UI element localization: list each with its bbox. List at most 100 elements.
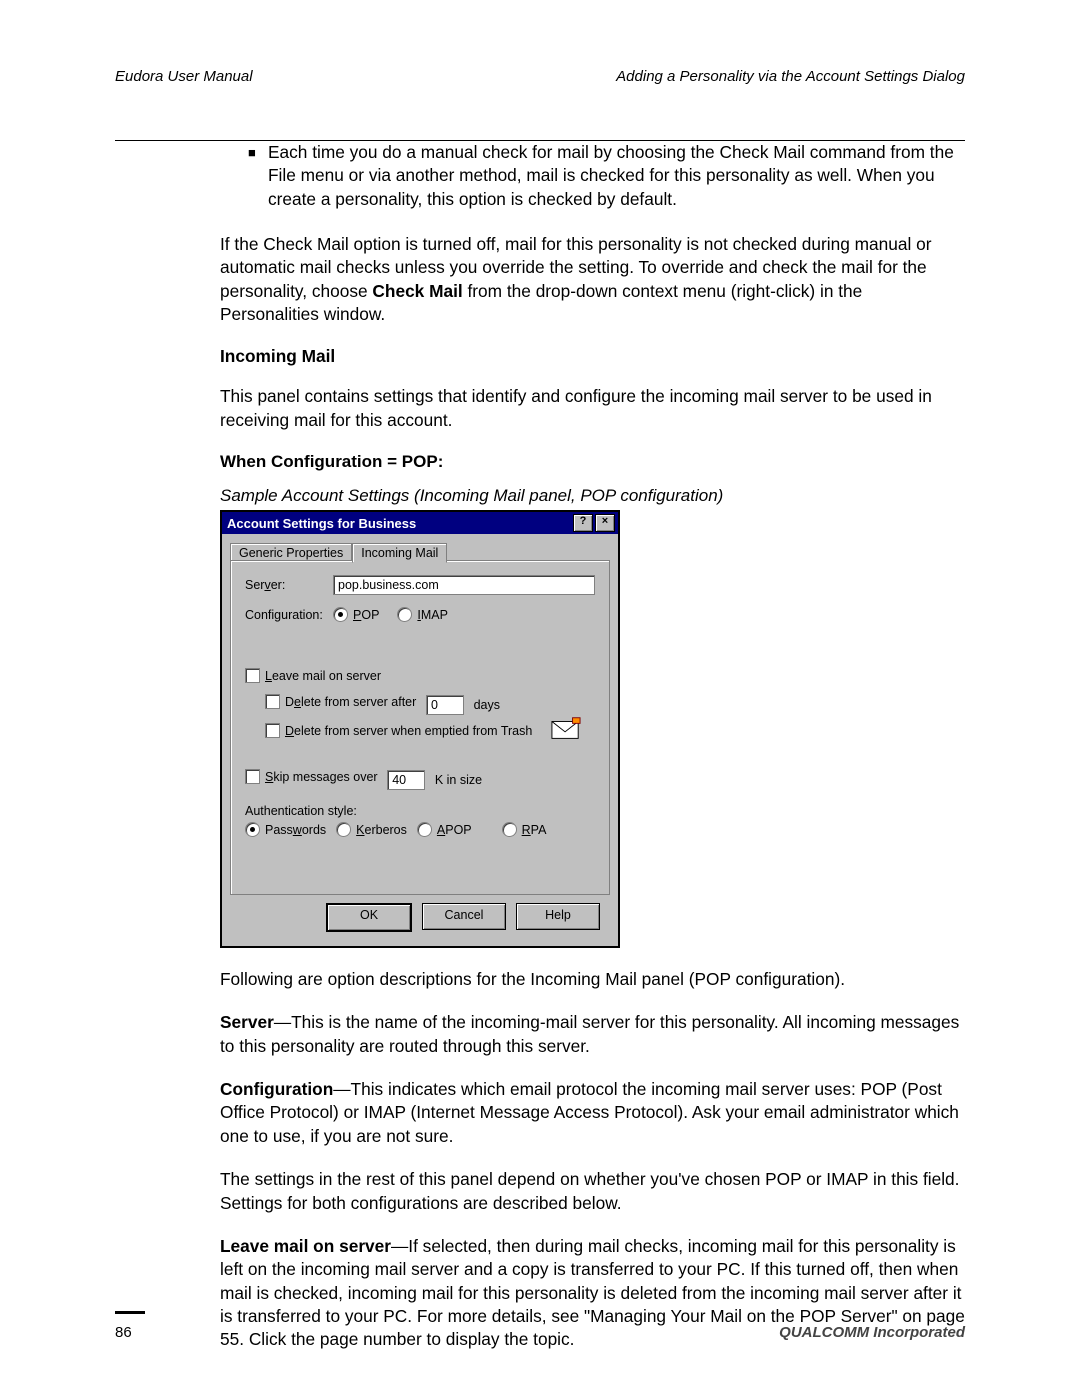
accel: v: [264, 578, 270, 592]
checkbox-skip-messages[interactable]: Skip messages over: [245, 769, 378, 784]
tab-panel-incoming: Server: Configuration: POP: [230, 560, 610, 895]
page-header: Eudora User Manual Adding a Personality …: [115, 68, 965, 85]
radio-pop[interactable]: POP: [333, 607, 379, 622]
figure-caption: Sample Account Settings (Incoming Mail p…: [220, 486, 965, 506]
accel: I: [417, 608, 420, 622]
accel: A: [437, 823, 445, 837]
delete-trash-label: Delete from server when emptied from Tra…: [285, 724, 532, 738]
skip-label: Skip messages over: [265, 770, 378, 784]
row-delete-after: Delete from server after days: [265, 694, 595, 715]
text: —This is the name of the incoming-mail s…: [220, 1012, 959, 1055]
checkbox-icon: [245, 769, 260, 784]
paragraph-checkmail: If the Check Mail option is turned off, …: [220, 233, 965, 326]
ok-button[interactable]: OK: [326, 903, 412, 932]
heading-incoming-mail: Incoming Mail: [220, 346, 965, 367]
checkbox-icon: [265, 723, 280, 738]
server-input[interactable]: [333, 575, 595, 595]
heading-when-pop: When Configuration = POP:: [220, 452, 965, 472]
manual-page: Eudora User Manual Adding a Personality …: [0, 0, 1080, 1397]
passwords-label: Passwords: [265, 823, 326, 837]
radio-dot-icon: [336, 822, 351, 837]
accel: P: [353, 608, 361, 622]
accel: e: [294, 695, 301, 709]
footer-row: 86 QUALCOMM Incorporated: [115, 1324, 965, 1341]
header-left: Eudora User Manual: [115, 68, 253, 85]
cancel-button[interactable]: Cancel: [422, 903, 506, 930]
close-button[interactable]: ×: [595, 514, 615, 532]
radio-dot-icon: [245, 822, 260, 837]
rpa-label: RPA: [522, 823, 547, 837]
days-label: days: [474, 698, 500, 712]
auth-style-label: Authentication style:: [245, 804, 595, 818]
radio-imap-label: IMAP: [417, 608, 448, 622]
bullet-marker-icon: ■: [248, 141, 268, 211]
page-footer: 86 QUALCOMM Incorporated: [115, 1311, 965, 1341]
paragraph-incoming-desc: This panel contains settings that identi…: [220, 385, 965, 432]
bullet-text: Each time you do a manual check for mail…: [268, 141, 965, 211]
row-skip-messages: Skip messages over K in size: [245, 769, 595, 790]
dialog-titlebar[interactable]: Account Settings for Business ? ×: [222, 512, 618, 534]
titlebar-buttons: ? ×: [573, 514, 615, 532]
mail-envelope-icon: [551, 716, 581, 742]
account-settings-dialog: Account Settings for Business ? × Generi…: [220, 510, 620, 948]
footer-rule: [115, 1311, 145, 1314]
auth-style-radios: Passwords Kerberos APOP: [245, 822, 595, 837]
checkbox-icon: [245, 668, 260, 683]
accel: R: [522, 823, 531, 837]
radio-dot-icon: [417, 822, 432, 837]
accel: S: [265, 770, 273, 784]
row-leave-mail: Leave mail on server: [245, 668, 595, 686]
radio-dot-icon: [333, 607, 348, 622]
row-delete-trash: Delete from server when emptied from Tra…: [265, 723, 595, 741]
apop-label: APOP: [437, 823, 472, 837]
radio-rpa[interactable]: RPA: [502, 822, 547, 837]
dialog-body: Generic Properties Incoming Mail Server:…: [222, 534, 618, 946]
checkbox-leave-mail[interactable]: Leave mail on server: [245, 668, 381, 683]
radio-kerberos[interactable]: Kerberos: [336, 822, 407, 837]
delete-after-label: Delete from server after: [285, 695, 416, 709]
paragraph-following: Following are option descriptions for th…: [220, 968, 965, 991]
bold-check-mail: Check Mail: [372, 281, 462, 301]
dialog-button-row: OK Cancel Help: [230, 895, 610, 936]
header-right: Adding a Personality via the Account Set…: [616, 68, 965, 85]
radio-apop[interactable]: APOP: [417, 822, 472, 837]
paragraph-depend: The settings in the rest of this panel d…: [220, 1168, 965, 1215]
leave-mail-label: Leave mail on server: [265, 669, 381, 683]
dialog-figure: Account Settings for Business ? × Generi…: [220, 510, 965, 948]
page-number: 86: [115, 1324, 132, 1341]
radio-imap[interactable]: IMAP: [397, 607, 448, 622]
term-server: Server: [220, 1012, 274, 1032]
accel: L: [265, 669, 272, 683]
radio-passwords[interactable]: Passwords: [245, 822, 326, 837]
accel: K: [356, 823, 364, 837]
row-server: Server:: [245, 575, 595, 595]
body-content: ■ Each time you do a manual check for ma…: [220, 141, 965, 1352]
configuration-label: Configuration:: [245, 608, 333, 622]
checkbox-delete-after[interactable]: Delete from server after: [265, 694, 416, 709]
term-configuration: Configuration: [220, 1079, 333, 1099]
kerberos-label: Kerberos: [356, 823, 407, 837]
accel: D: [285, 724, 294, 738]
delete-days-input[interactable]: [426, 695, 464, 715]
dialog-title: Account Settings for Business: [227, 516, 573, 531]
paragraph-configuration: Configuration—This indicates which email…: [220, 1078, 965, 1148]
skip-size-input[interactable]: [387, 770, 425, 790]
help-button[interactable]: Help: [516, 903, 600, 930]
tab-strip: Generic Properties Incoming Mail: [230, 542, 610, 562]
checkbox-delete-trash[interactable]: Delete from server when emptied from Tra…: [265, 723, 532, 738]
paragraph-server: Server—This is the name of the incoming-…: [220, 1011, 965, 1058]
radio-dot-icon: [397, 607, 412, 622]
tab-incoming-mail[interactable]: Incoming Mail: [352, 543, 447, 563]
term-leave-mail: Leave mail on server: [220, 1236, 391, 1256]
bullet-paragraph: ■ Each time you do a manual check for ma…: [248, 141, 965, 211]
accel: w: [293, 823, 302, 837]
checkbox-icon: [265, 694, 280, 709]
radio-pop-label: POP: [353, 608, 379, 622]
k-in-size-label: K in size: [435, 773, 482, 787]
configuration-radios: POP IMAP: [333, 607, 448, 622]
row-configuration: Configuration: POP IMAP: [245, 607, 595, 622]
help-button[interactable]: ?: [573, 514, 593, 532]
server-label: Server:: [245, 578, 333, 592]
corporation-name: QUALCOMM Incorporated: [779, 1324, 965, 1341]
radio-dot-icon: [502, 822, 517, 837]
